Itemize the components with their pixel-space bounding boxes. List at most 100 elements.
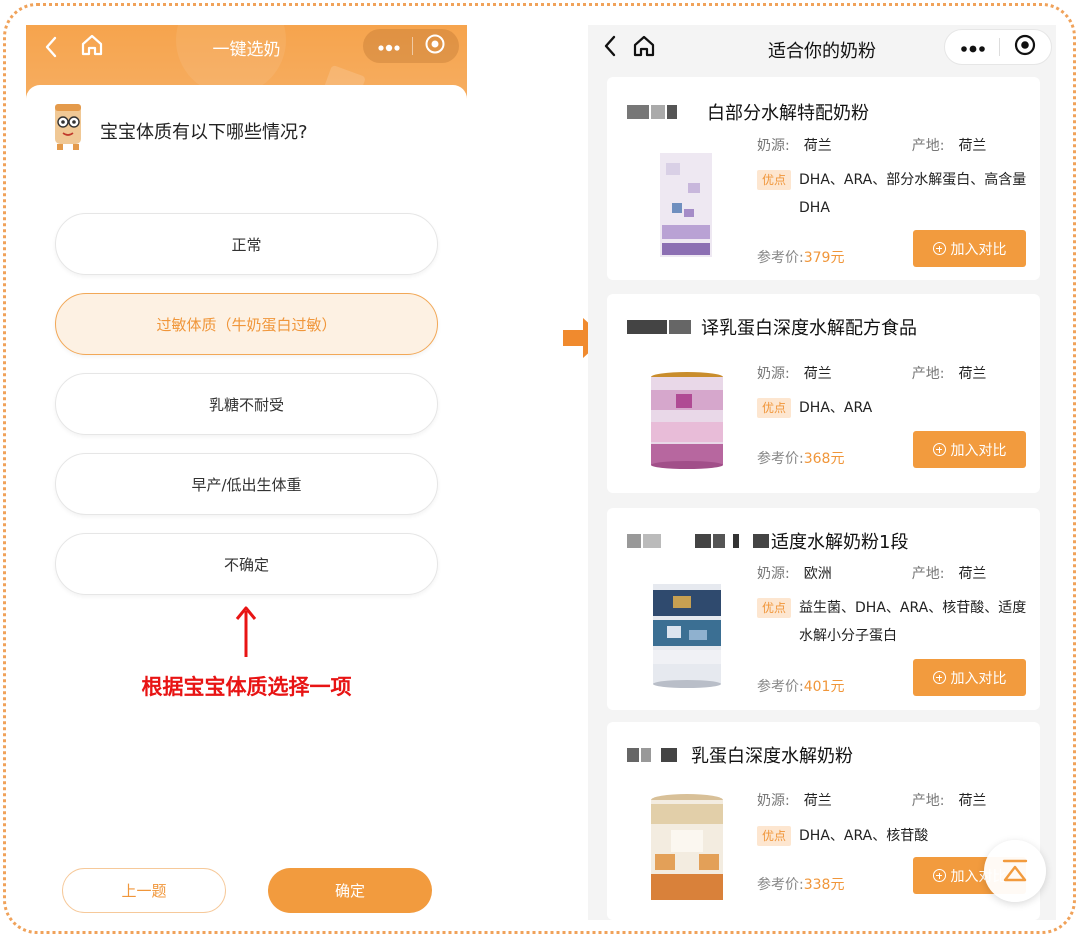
add-compare-label: 加入对比 [950,241,1007,258]
origin-label: 产地: [911,366,945,382]
add-compare-button[interactable]: 加入对比 [913,431,1026,468]
origin-value: 荷兰 [958,566,987,582]
source-value: 荷兰 [803,366,832,382]
blurred-text [627,534,641,548]
option-allergy[interactable]: 过敏体质（牛奶蛋白过敏） [55,293,438,355]
source-value: 欧洲 [803,566,832,582]
confirm-button[interactable]: 确定 [268,868,432,913]
option-unsure[interactable]: 不确定 [55,533,438,595]
red-arrow-up-icon [235,606,257,657]
option-normal[interactable]: 正常 [55,213,438,275]
more-icon[interactable] [377,37,401,56]
price-row: 参考价:338元 [757,874,844,894]
meta-spacer [846,790,898,810]
advantages-row: 优点 DHA、ARA、核苷酸 [757,822,1029,850]
product-image [651,794,723,900]
advantages-text: 益生菌、DHA、ARA、核苷酸、适度水解小分子蛋白 [799,600,1027,644]
capsule-divider [411,37,413,55]
question-text: 宝宝体质有以下哪些情况? [100,122,308,143]
prev-question-button[interactable]: 上一题 [62,868,226,913]
question-card: 宝宝体质有以下哪些情况? 正常 过敏体质（牛奶蛋白过敏） 乳糖不耐受 早产/低出… [26,85,467,920]
advantage-tag: 优点 [757,170,792,190]
source-label: 奶源: [757,566,790,582]
product-card[interactable]: 适度水解奶粉1段 奶源: 欧洲 产地: 荷兰 优点 益生菌、DHA、ARA、核苷酸、… [607,508,1040,710]
price-row: 参考价:368元 [757,448,844,468]
product-name-row: 乳蛋白深度水解奶粉 [627,742,853,768]
mini-program-capsule [944,29,1052,65]
product-card[interactable]: 白部分水解特配奶粉 奶源: 荷兰 产地: 荷兰 优点 DHA、ARA、部分水解蛋白、… [607,77,1040,280]
source-value: 荷兰 [803,138,832,154]
blurred-text [641,748,651,762]
blurred-text [661,748,677,762]
product-card[interactable]: 译乳蛋白深度水解配方食品 奶源: 荷兰 产地: 荷兰 优点 DHA、ARA 参考价:… [607,294,1040,493]
blurred-text [643,534,661,548]
milk-can-mascot-icon [55,104,81,150]
advantages-row: 优点 DHA、ARA、部分水解蛋白、高含量DHA [757,166,1029,222]
close-target-icon[interactable] [1013,33,1037,61]
annotation-hint: 根据宝宝体质选择一项 [141,675,352,699]
product-name: 译乳蛋白深度水解配方食品 [701,318,917,339]
more-icon[interactable] [960,38,986,57]
advantages-row: 优点 益生菌、DHA、ARA、核苷酸、适度水解小分子蛋白 [757,594,1029,650]
source-label: 奶源: [757,138,790,154]
source-label: 奶源: [757,366,790,382]
blurred-text [669,320,691,334]
origin-value: 荷兰 [958,366,987,382]
add-compare-button[interactable]: 加入对比 [913,659,1026,696]
advantage-tag: 优点 [757,826,792,846]
price-row: 参考价:401元 [757,676,844,696]
price-value: 338元 [803,877,845,893]
source-value: 荷兰 [803,793,832,809]
plus-circle-icon [932,671,946,684]
meta-spacer [846,363,898,383]
right-phone-screen: 适合你的奶粉 白部分水解特配奶粉 奶源: 荷兰 产地: 荷兰 优点 DHA、AR… [588,25,1056,920]
capsule-divider [998,38,1000,56]
price-value: 368元 [803,451,845,467]
product-meta: 奶源: 荷兰 产地: 荷兰 [757,135,986,155]
close-target-icon[interactable] [424,33,446,59]
plus-circle-icon [932,443,946,456]
price-label: 参考价: [757,250,804,266]
blurred-text [667,105,677,119]
back-to-top-icon [1002,859,1028,882]
product-image [653,584,721,688]
product-name-row: 译乳蛋白深度水解配方食品 [627,314,917,340]
blurred-text [713,534,725,548]
product-card[interactable]: 乳蛋白深度水解奶粉 奶源: 荷兰 产地: 荷兰 优点 DHA、ARA、核苷酸 参考价… [607,722,1040,920]
product-name: 白部分水解特配奶粉 [707,103,869,124]
left-phone-screen: 一键选奶 宝宝体质有以下哪些情况? 正常 过敏体质（牛奶蛋白过敏） 乳糖不耐受 [26,25,467,920]
right-header: 适合你的奶粉 [588,25,1056,77]
meta-spacer [846,563,898,583]
advantages-text: DHA、ARA、部分水解蛋白、高含量DHA [799,172,1027,216]
blurred-text [627,748,639,762]
product-meta: 奶源: 荷兰 产地: 荷兰 [757,363,986,383]
add-compare-label: 加入对比 [950,670,1007,687]
blurred-text [627,105,649,119]
add-compare-label: 加入对比 [950,442,1007,459]
product-name-row: 适度水解奶粉1段 [627,528,908,554]
source-label: 奶源: [757,793,790,809]
price-value: 401元 [803,679,845,695]
product-meta: 奶源: 欧洲 产地: 荷兰 [757,563,986,583]
origin-label: 产地: [911,138,945,154]
price-label: 参考价: [757,679,804,695]
origin-label: 产地: [911,566,945,582]
product-meta: 奶源: 荷兰 产地: 荷兰 [757,790,986,810]
option-premature[interactable]: 早产/低出生体重 [55,453,438,515]
blurred-text [753,534,769,548]
add-compare-button[interactable]: 加入对比 [913,230,1026,267]
price-label: 参考价: [757,877,804,893]
price-value: 379元 [803,250,845,266]
option-lactose-intolerance[interactable]: 乳糖不耐受 [55,373,438,435]
product-image [660,153,712,257]
back-to-top-button[interactable] [984,840,1046,902]
meta-spacer [846,135,898,155]
advantage-tag: 优点 [757,398,792,418]
product-name-row: 白部分水解特配奶粉 [627,99,869,125]
advantage-tag: 优点 [757,598,792,618]
product-name: 适度水解奶粉1段 [771,532,909,553]
blurred-text [651,105,665,119]
blurred-text [627,320,667,334]
blurred-text [733,534,739,548]
origin-value: 荷兰 [958,138,987,154]
